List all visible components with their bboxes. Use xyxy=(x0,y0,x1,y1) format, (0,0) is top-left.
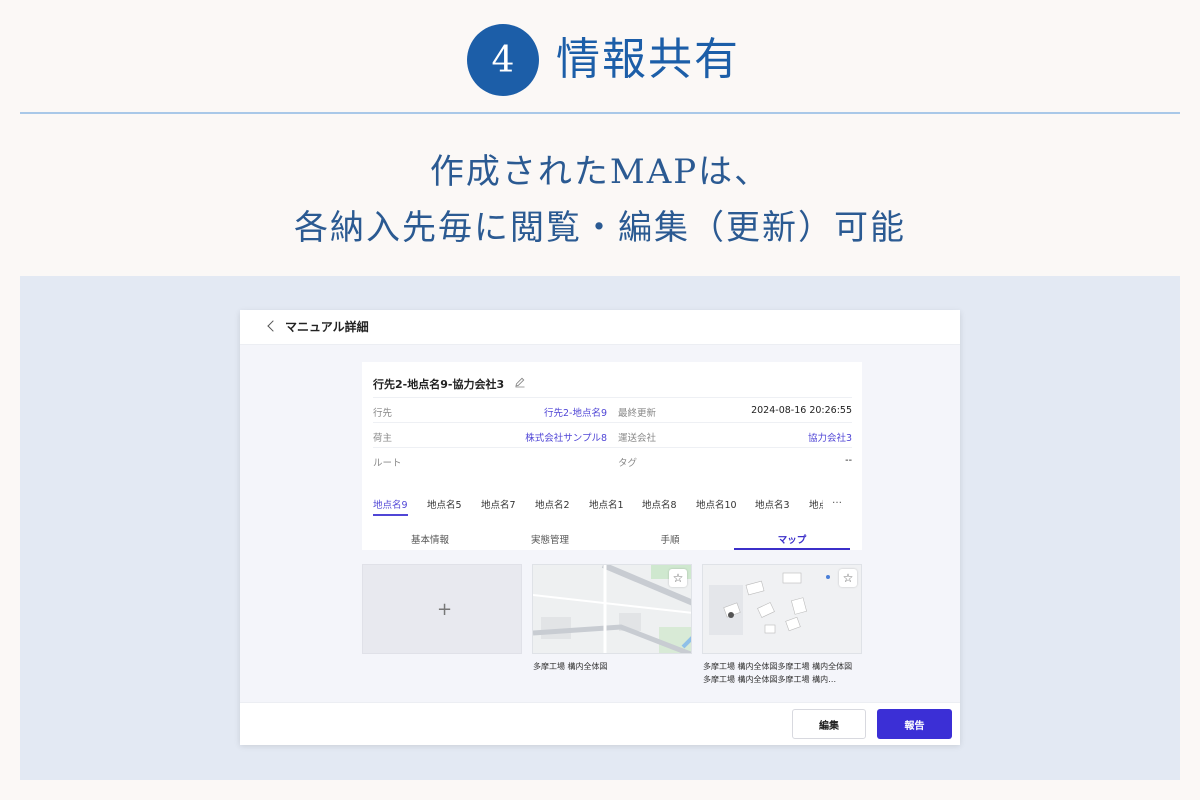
more-icon[interactable]: … xyxy=(832,495,842,506)
page-title: マニュアル詳細 xyxy=(285,320,369,334)
tab-map[interactable]: マップ xyxy=(734,532,850,546)
last-updated-value: 2024-08-16 20:26:55 xyxy=(751,405,852,416)
active-tab-underline xyxy=(734,548,850,550)
slide-header: 4 情報共有 xyxy=(0,0,1200,114)
shipper-label: 荷主 xyxy=(373,433,393,444)
info-row-route: ルート タグ -- xyxy=(373,447,852,473)
tab-procedure[interactable]: 手順 xyxy=(612,532,728,546)
add-map-button[interactable]: + xyxy=(362,564,522,654)
carrier-label: 運送会社 xyxy=(618,433,657,444)
star-icon[interactable]: ☆ xyxy=(839,569,857,587)
tab-status-management[interactable]: 実態管理 xyxy=(492,532,608,546)
info-row-destination: 行先 行先2-地点名9 最終更新 2024-08-16 20:26:55 xyxy=(373,397,852,423)
route-label: ルート xyxy=(373,458,402,469)
carrier-link[interactable]: 協力会社3 xyxy=(808,430,852,444)
step-title: 情報共有 xyxy=(556,34,740,85)
header-divider xyxy=(20,112,1180,114)
tab-basic-info[interactable]: 基本情報 xyxy=(372,532,488,546)
manual-info-card: 行先2-地点名9-協力会社3 行先 行先2-地点名9 最終更新 2024-08-… xyxy=(362,362,862,548)
point-tab[interactable]: 地点名10 xyxy=(696,497,737,511)
map-caption: 多摩工場 構内全体図 xyxy=(533,662,608,671)
point-tabs: 地点名9 地点名5 地点名7 地点名2 地点名1 地点名8 地点名10 地点名3… xyxy=(373,492,852,516)
active-point-underline xyxy=(373,514,408,516)
last-updated-label: 最終更新 xyxy=(618,408,657,419)
shipper-link[interactable]: 株式会社サンプル8 xyxy=(525,430,607,444)
point-tab[interactable]: 地点名8 xyxy=(642,497,677,511)
tag-value: -- xyxy=(845,455,852,466)
point-tab[interactable]: 地点名9 xyxy=(373,497,408,511)
subtitle-line-2: 各納入先毎に閲覧・編集（更新）可能 xyxy=(294,208,906,248)
report-button[interactable]: 報告 xyxy=(877,709,952,739)
plus-icon: + xyxy=(437,599,453,620)
map-thumbnail[interactable]: ☆ xyxy=(702,564,862,654)
edit-button[interactable]: 編集 xyxy=(792,709,866,739)
destination-link[interactable]: 行先2-地点名9 xyxy=(544,405,607,419)
section-tabs: 基本情報 実態管理 手順 マップ xyxy=(362,524,862,550)
point-tab[interactable]: 地点名5 xyxy=(427,497,462,511)
point-tab[interactable]: 地点名7 xyxy=(481,497,516,511)
action-footer: 編集 報告 xyxy=(240,702,960,745)
step-number-badge: 4 xyxy=(467,24,539,96)
info-row-shipper: 荷主 株式会社サンプル8 運送会社 協力会社3 xyxy=(373,422,852,448)
point-tab[interactable]: 地点名2 xyxy=(535,497,570,511)
chevron-left-icon[interactable] xyxy=(264,319,280,335)
app-window: マニュアル詳細 行先2-地点名9-協力会社3 行先 行先2-地点名9 最終更新 … xyxy=(240,310,960,745)
point-tab[interactable]: 地点名 xyxy=(809,497,823,511)
destination-label: 行先 xyxy=(373,408,393,419)
map-caption: 多摩工場 構内全体図多摩工場 構内全体図多摩工場 構内全体図多摩工場 構内… xyxy=(703,662,853,684)
pencil-icon[interactable] xyxy=(514,376,526,388)
map-thumbnail[interactable]: ☆ xyxy=(532,564,692,654)
manual-name: 行先2-地点名9-協力会社3 xyxy=(373,378,505,391)
tag-label: タグ xyxy=(618,458,638,469)
point-tab[interactable]: 地点名3 xyxy=(755,497,790,511)
subtitle-line-1: 作成されたMAPは、 xyxy=(429,152,771,192)
star-icon[interactable]: ☆ xyxy=(669,569,687,587)
point-tab[interactable]: 地点名1 xyxy=(589,497,624,511)
window-topbar: マニュアル詳細 xyxy=(240,310,960,345)
